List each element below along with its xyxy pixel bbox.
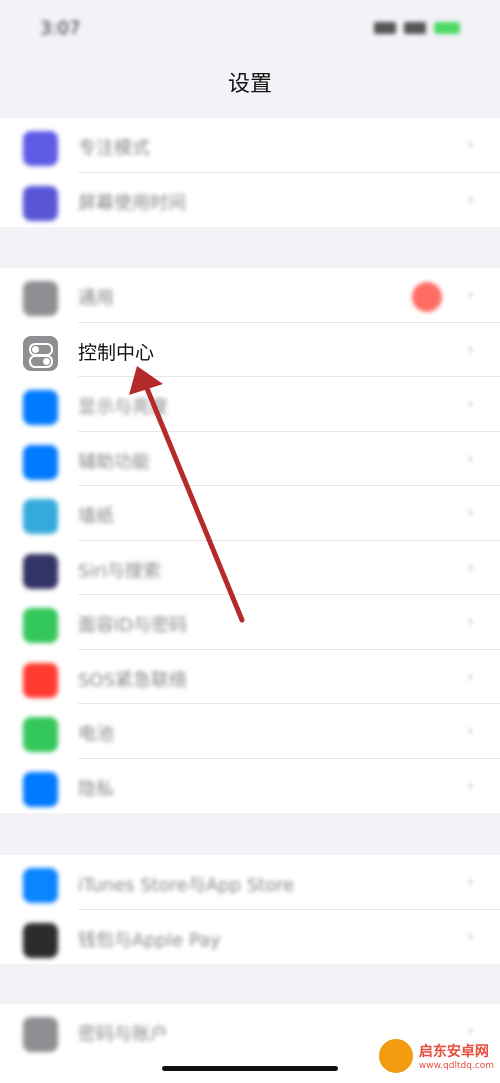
watermark: 启东安卓网 www.qdltdq.com (376, 1037, 494, 1075)
annotation-arrow (129, 366, 245, 623)
watermark-logo-icon (376, 1037, 415, 1075)
home-indicator[interactable] (162, 1066, 338, 1071)
watermark-url: www.qdltdq.com (418, 1061, 494, 1071)
watermark-name: 启东安卓网 (418, 1044, 489, 1060)
